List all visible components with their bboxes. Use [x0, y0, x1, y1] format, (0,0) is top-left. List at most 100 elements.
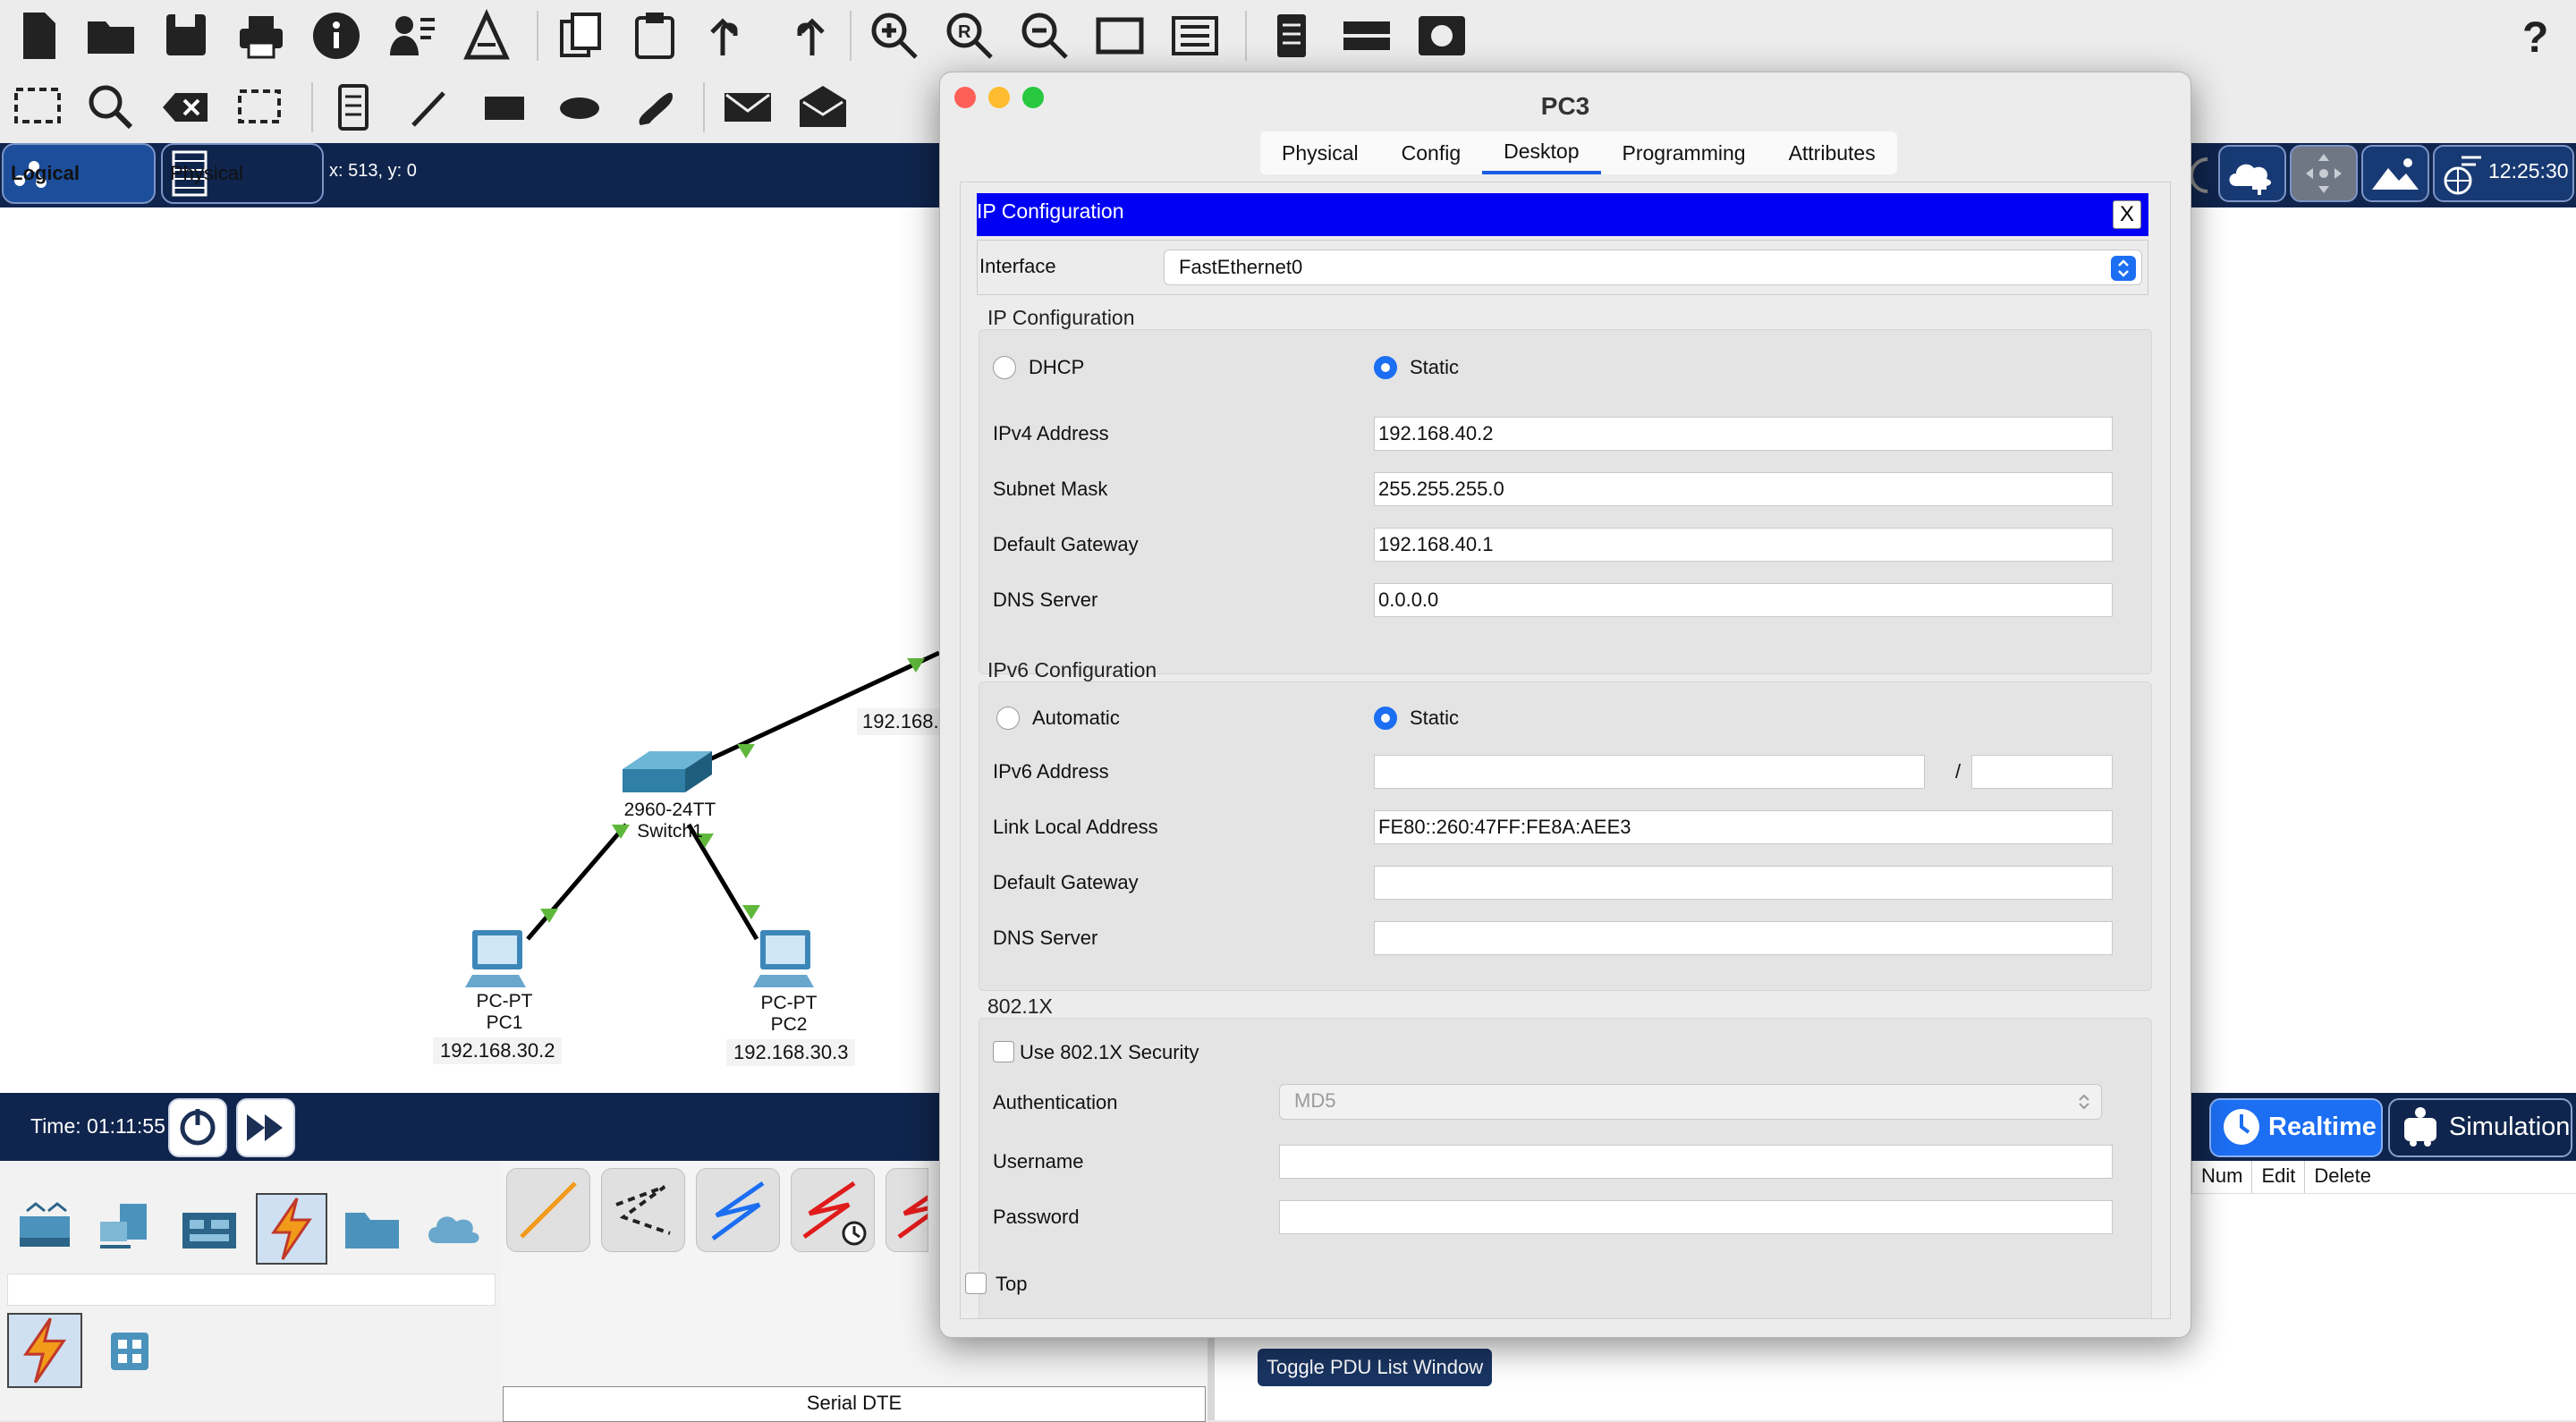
- move-viewport-button[interactable]: [2290, 145, 2358, 202]
- switch-model: 2960-24TT: [623, 800, 716, 820]
- pc1-model: PC-PT: [476, 991, 533, 1011]
- clock-panel[interactable]: 12:25:30: [2433, 145, 2574, 202]
- ipv6-address-field[interactable]: [1374, 755, 1925, 789]
- draw-line-icon[interactable]: [402, 80, 456, 134]
- note-icon[interactable]: [327, 80, 381, 134]
- pdu-col-num[interactable]: Num: [2191, 1161, 2251, 1193]
- list-view-icon[interactable]: [1168, 9, 1222, 63]
- background-image-button[interactable]: [2361, 145, 2429, 202]
- paste-icon[interactable]: [628, 9, 682, 63]
- logical-view-button[interactable]: Logical: [2, 143, 156, 204]
- subnet-mask-field[interactable]: 255.255.255.0: [1374, 472, 2113, 506]
- ipv4-address-field[interactable]: 192.168.40.2: [1374, 417, 2113, 451]
- fast-forward-button[interactable]: [236, 1098, 295, 1157]
- help-icon[interactable]: ?: [2510, 9, 2563, 63]
- fiber-cable[interactable]: [696, 1168, 780, 1252]
- device-category-panel: [0, 1161, 501, 1420]
- ipv6-dns-field[interactable]: [1374, 921, 2113, 955]
- serial-dte-cable[interactable]: [886, 1168, 928, 1252]
- multiuser-cloud-icon[interactable]: [420, 1195, 492, 1263]
- tab-attributes[interactable]: Attributes: [1767, 131, 1897, 174]
- delete-icon[interactable]: [159, 80, 213, 134]
- serial-dce-icon: [802, 1181, 867, 1246]
- tab-config[interactable]: Config: [1380, 131, 1482, 174]
- use-8021x-checkbox[interactable]: [993, 1041, 1014, 1062]
- always-on-top-checkbox[interactable]: [965, 1273, 987, 1294]
- new-file-icon[interactable]: [13, 9, 66, 63]
- zoom-out-icon[interactable]: [1018, 9, 1072, 63]
- realtime-button[interactable]: Realtime: [2209, 1098, 2383, 1157]
- copper-straight-through-cable[interactable]: [506, 1168, 590, 1252]
- palette-icon[interactable]: [460, 9, 513, 63]
- info-icon[interactable]: [309, 9, 363, 63]
- copy-icon[interactable]: [555, 9, 608, 63]
- ipv6-address-label: IPv6 Address: [993, 760, 1109, 783]
- pc1-cable[interactable]: [526, 823, 628, 941]
- add-simple-pdu-icon[interactable]: [721, 80, 775, 134]
- authentication-select[interactable]: MD5: [1279, 1084, 2102, 1120]
- end-devices-icon[interactable]: [93, 1195, 161, 1263]
- open-folder-icon[interactable]: [84, 9, 138, 63]
- add-complex-pdu-icon[interactable]: [796, 80, 850, 134]
- physical-label: Physical: [170, 162, 243, 184]
- ipv6-gateway-field[interactable]: [1374, 866, 2113, 900]
- cloud-add-button[interactable]: [2218, 145, 2286, 202]
- tab-physical[interactable]: Physical: [1260, 131, 1380, 174]
- misc-folder-icon[interactable]: [338, 1195, 406, 1263]
- network-devices-icon[interactable]: [13, 1195, 80, 1263]
- pc1-ip-label: 192.168.30.2: [433, 1037, 563, 1064]
- device-search-bar[interactable]: [7, 1274, 496, 1306]
- lightning-icon: [271, 1198, 312, 1260]
- connections-category[interactable]: [256, 1193, 327, 1265]
- ipv6-prefix-field[interactable]: [1971, 755, 2113, 789]
- static-ipv6-radio[interactable]: [1374, 707, 1397, 730]
- close-ip-config-button[interactable]: X: [2113, 200, 2141, 229]
- cloud-device-icon[interactable]: [1415, 9, 1469, 63]
- username-field[interactable]: [1279, 1145, 2113, 1179]
- select-chevron-icon: [2111, 256, 2136, 281]
- password-field[interactable]: [1279, 1200, 2113, 1234]
- undo-icon[interactable]: [703, 9, 757, 63]
- pdu-col-edit[interactable]: Edit: [2251, 1161, 2304, 1193]
- window-icon[interactable]: [1093, 9, 1147, 63]
- pdu-col-delete[interactable]: Delete: [2304, 1161, 2380, 1193]
- static-radio[interactable]: [1374, 356, 1397, 379]
- automatic-radio[interactable]: [996, 707, 1020, 730]
- document-icon[interactable]: [1265, 9, 1318, 63]
- components-icon[interactable]: [175, 1195, 243, 1263]
- switch-name: Switch1: [637, 821, 703, 842]
- save-icon[interactable]: [159, 9, 213, 63]
- pc2-icon[interactable]: [753, 930, 814, 987]
- interface-row: Interface FastEthernet0: [977, 240, 2148, 295]
- interface-value: FastEthernet0: [1179, 256, 1303, 278]
- interface-select[interactable]: FastEthernet0: [1164, 250, 2142, 285]
- link-local-field[interactable]: FE80::260:47FF:FE8A:AEE3: [1374, 810, 2113, 844]
- connections-subcategory[interactable]: [7, 1313, 82, 1388]
- draw-ellipse-icon[interactable]: [553, 80, 606, 134]
- tab-desktop[interactable]: Desktop: [1482, 131, 1601, 174]
- power-cycle-button[interactable]: [168, 1098, 227, 1157]
- user-profile-icon[interactable]: [385, 9, 438, 63]
- zoom-reset-icon[interactable]: R: [943, 9, 996, 63]
- device-icon[interactable]: [1340, 9, 1394, 63]
- physical-view-button[interactable]: Physical: [161, 143, 324, 204]
- tab-programming[interactable]: Programming: [1601, 131, 1767, 174]
- serial-dce-cable[interactable]: [791, 1168, 875, 1252]
- dns-server-field[interactable]: 0.0.0.0: [1374, 583, 2113, 617]
- simulation-button[interactable]: Simulation: [2388, 1098, 2572, 1157]
- grid-icon[interactable]: [106, 1327, 154, 1375]
- redo-icon[interactable]: [778, 9, 832, 63]
- resize-shape-icon[interactable]: [233, 80, 286, 134]
- inspect-icon[interactable]: [84, 80, 138, 134]
- copper-cross-over-cable[interactable]: [601, 1168, 685, 1252]
- draw-rectangle-icon[interactable]: [478, 80, 531, 134]
- pc1-icon[interactable]: [465, 930, 526, 987]
- freeform-icon[interactable]: [628, 80, 682, 134]
- default-gateway-field[interactable]: 192.168.40.1: [1374, 528, 2113, 562]
- print-icon[interactable]: [234, 9, 288, 63]
- select-icon[interactable]: [11, 80, 64, 134]
- dhcp-radio[interactable]: [993, 356, 1016, 379]
- zoom-in-icon[interactable]: [868, 9, 921, 63]
- switch-icon[interactable]: [623, 751, 712, 792]
- toggle-pdu-list-button[interactable]: Toggle PDU List Window: [1258, 1349, 1493, 1386]
